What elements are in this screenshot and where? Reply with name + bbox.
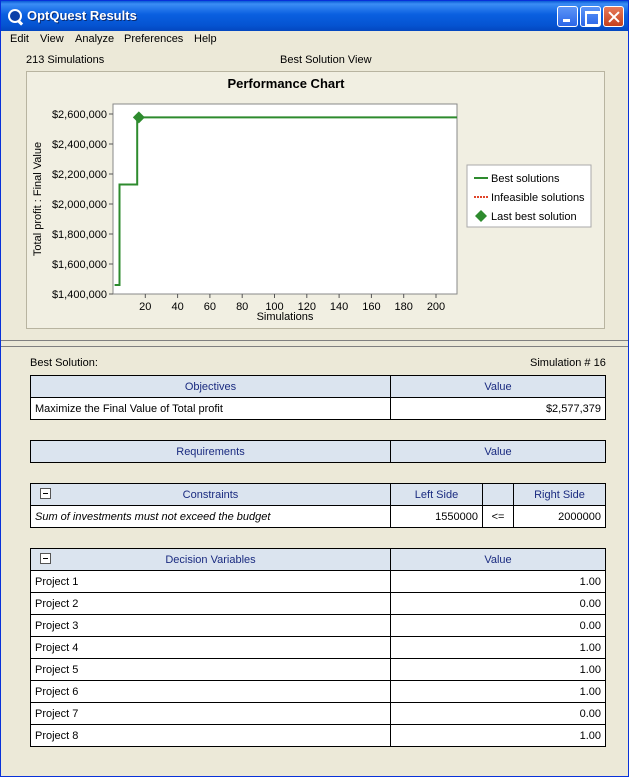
- legend-entry: Infeasible solutions: [491, 192, 585, 204]
- constraint-left-side: 1550000: [390, 505, 483, 528]
- variable-value: 0.00: [390, 592, 606, 615]
- view-name: Best Solution View: [280, 54, 372, 66]
- legend-entry: Best solutions: [491, 173, 560, 185]
- y-tick-label: $1,800,000: [52, 229, 107, 241]
- simulation-count: 213 Simulations: [26, 54, 105, 66]
- x-tick-label: 80: [236, 301, 248, 313]
- constraints-header: Constraints: [30, 483, 391, 506]
- optquest-app-icon: [8, 9, 22, 23]
- table-row[interactable]: Project 4 1.00: [30, 636, 606, 659]
- optquest-results-window: OptQuest Results Edit View Analyze Prefe…: [0, 0, 629, 777]
- plot-area: [112, 103, 458, 295]
- best-solution-label: Best Solution:: [30, 357, 98, 369]
- window-title: OptQuest Results: [27, 8, 137, 23]
- maximize-button[interactable]: [580, 6, 601, 27]
- variable-name: Project 7: [30, 702, 391, 725]
- y-tick-label: $2,600,000: [52, 109, 107, 121]
- close-button[interactable]: [603, 6, 624, 27]
- variable-value: 1.00: [390, 724, 606, 747]
- y-tick-label: $2,000,000: [52, 199, 107, 211]
- variable-name: Project 4: [30, 636, 391, 659]
- menu-view[interactable]: View: [40, 33, 64, 45]
- objectives-table: Objectives Value Maximize the Final Valu…: [30, 375, 606, 420]
- menu-preferences[interactable]: Preferences: [124, 33, 183, 45]
- x-tick-label: 180: [395, 301, 413, 313]
- decision-variables-header-label: Decision Variables: [165, 553, 256, 566]
- constraint-operator: <=: [482, 505, 514, 528]
- constraints-header-label: Constraints: [182, 488, 239, 501]
- variable-value: 0.00: [390, 702, 606, 725]
- decision-variables-value-header: Value: [390, 548, 606, 571]
- variable-name: Project 6: [30, 680, 391, 703]
- y-tick-label: $2,200,000: [52, 169, 107, 181]
- minimize-button[interactable]: [557, 6, 578, 27]
- panel-splitter[interactable]: [1, 340, 628, 347]
- performance-chart-svg: Performance Chart $1,400,000 $1,600,000 $1,…: [32, 76, 592, 323]
- menu-edit[interactable]: Edit: [10, 33, 29, 45]
- decision-variables-header: Decision Variables: [30, 548, 391, 571]
- variable-name: Project 3: [30, 614, 391, 637]
- y-axis-label: Total profit : Final Value: [32, 142, 44, 256]
- table-row[interactable]: Project 8 1.00: [30, 724, 606, 747]
- variable-value: 1.00: [390, 658, 606, 681]
- x-tick-label: 160: [362, 301, 380, 313]
- objectives-header: Objectives: [30, 375, 391, 398]
- constraints-table: Constraints Left Side Right Side Sum of …: [30, 483, 606, 528]
- left-side-header: Left Side: [390, 483, 483, 506]
- constraint-name: Sum of investments must not exceed the b…: [30, 505, 391, 528]
- collapse-constraints-icon[interactable]: [40, 488, 51, 499]
- table-row[interactable]: Project 5 1.00: [30, 658, 606, 681]
- x-tick-label: 60: [204, 301, 216, 313]
- variable-value: 0.00: [390, 614, 606, 637]
- variable-name: Project 5: [30, 658, 391, 681]
- best-simulation-number: Simulation # 16: [530, 357, 606, 369]
- y-tick-label: $2,400,000: [52, 139, 107, 151]
- y-tick-label: $1,400,000: [52, 289, 107, 301]
- performance-chart: Performance Chart $1,400,000 $1,600,000 $1,…: [26, 71, 605, 329]
- table-row[interactable]: Sum of investments must not exceed the b…: [30, 505, 606, 528]
- variable-name: Project 2: [30, 592, 391, 615]
- title-bar[interactable]: OptQuest Results: [1, 1, 628, 31]
- variable-name: Project 1: [30, 570, 391, 593]
- menu-bar: Edit View Analyze Preferences Help: [1, 31, 628, 49]
- collapse-decision-variables-icon[interactable]: [40, 553, 51, 564]
- x-tick-label: 40: [171, 301, 183, 313]
- x-tick-label: 140: [330, 301, 348, 313]
- objectives-value-header: Value: [390, 375, 606, 398]
- legend-entry: Last best solution: [491, 211, 577, 223]
- table-row[interactable]: Project 2 0.00: [30, 592, 606, 615]
- x-tick-label: 20: [139, 301, 151, 313]
- x-axis-label: Simulations: [257, 311, 314, 323]
- decision-variables-table: Decision Variables Value Project 1 1.00 P…: [30, 548, 606, 747]
- requirements-header: Requirements: [30, 440, 391, 463]
- requirements-table: Requirements Value: [30, 440, 606, 463]
- requirements-value-header: Value: [390, 440, 606, 463]
- table-row[interactable]: Project 1 1.00: [30, 570, 606, 593]
- y-tick-label: $1,600,000: [52, 259, 107, 271]
- constraint-right-side: 2000000: [513, 505, 606, 528]
- table-row[interactable]: Project 6 1.00: [30, 680, 606, 703]
- variable-value: 1.00: [390, 636, 606, 659]
- table-row[interactable]: Project 3 0.00: [30, 614, 606, 637]
- variable-value: 1.00: [390, 570, 606, 593]
- variable-name: Project 8: [30, 724, 391, 747]
- menu-help[interactable]: Help: [194, 33, 217, 45]
- menu-analyze[interactable]: Analyze: [75, 33, 114, 45]
- variable-value: 1.00: [390, 680, 606, 703]
- table-row[interactable]: Project 7 0.00: [30, 702, 606, 725]
- objective-value: $2,577,379: [390, 397, 606, 420]
- table-row[interactable]: Maximize the Final Value of Total profit…: [30, 397, 606, 420]
- chart-title: Performance Chart: [227, 76, 345, 91]
- operator-header: [482, 483, 514, 506]
- right-side-header: Right Side: [513, 483, 606, 506]
- x-tick-label: 200: [427, 301, 445, 313]
- objective-name: Maximize the Final Value of Total profit: [30, 397, 391, 420]
